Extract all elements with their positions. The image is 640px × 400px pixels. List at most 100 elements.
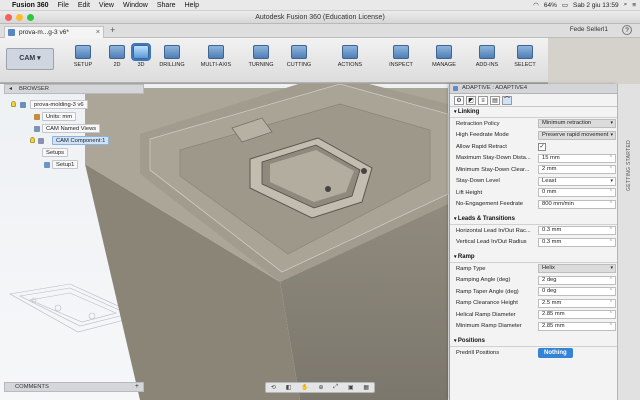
section-linking-label: Linking bbox=[457, 109, 480, 115]
minimum-ramp-diameter-input[interactable]: 2.85 mm bbox=[538, 321, 616, 331]
toolbar-group-multi-axis[interactable]: MULTI-AXIS bbox=[196, 42, 236, 80]
search-icon[interactable]: ⌕ bbox=[624, 1, 628, 9]
toolbar-group-label: INSPECT bbox=[389, 62, 413, 68]
toolbar-group-label: DRILLING bbox=[159, 62, 185, 68]
browser-units-item[interactable]: Units: mm bbox=[42, 112, 77, 121]
toolbar-group-add-ins[interactable]: ADD-INS bbox=[470, 42, 504, 80]
predrill-positions-button[interactable]: Nothing bbox=[538, 347, 573, 358]
inspect-icon bbox=[393, 45, 409, 59]
menu-window[interactable]: Window bbox=[123, 2, 148, 9]
row-allow-rapid-retract: Allow Rapid Retract ✓ bbox=[450, 141, 617, 153]
row-no-engagement-feedrate: No-Engagement Feedrate 800 mm/min bbox=[450, 199, 617, 211]
toolbar-group-drilling[interactable]: DRILLING bbox=[156, 42, 188, 80]
menu-view[interactable]: View bbox=[99, 2, 114, 9]
section-linking[interactable]: Linking bbox=[450, 107, 617, 118]
browser-setups-item[interactable]: Setups bbox=[42, 148, 69, 157]
browser-named-views-item[interactable]: CAM Named Views bbox=[42, 124, 101, 133]
tab-passes-icon[interactable]: ▤ bbox=[490, 96, 500, 105]
toolbar-group-cutting[interactable]: CUTTING bbox=[284, 42, 314, 80]
document-tab-label: prova-m...g-3 v6* bbox=[19, 29, 69, 36]
lift-height-input[interactable]: 0 mm bbox=[538, 188, 616, 198]
pan-icon[interactable]: ✋ bbox=[301, 384, 308, 391]
zoom-icon[interactable]: ⊕ bbox=[318, 384, 323, 391]
minimize-window-icon[interactable] bbox=[16, 14, 23, 21]
tab-tool-icon[interactable]: ⚙ bbox=[454, 96, 464, 105]
no-engagement-feedrate-input[interactable]: 800 mm/min bbox=[538, 199, 616, 209]
setup-icon bbox=[75, 45, 91, 59]
zoom-window-icon[interactable] bbox=[27, 14, 34, 21]
menu-list-icon[interactable]: ≡ bbox=[632, 2, 636, 9]
viewcube-area[interactable] bbox=[548, 38, 640, 84]
high-feedrate-mode-select[interactable]: Preserve rapid movement bbox=[538, 130, 616, 140]
vertical-lead-radius-input[interactable]: 0.3 mm bbox=[538, 237, 616, 247]
menu-help[interactable]: Help bbox=[185, 2, 199, 9]
right-sidebar bbox=[617, 84, 640, 400]
user-name[interactable]: Fede Sellerl1 bbox=[570, 26, 608, 33]
orbit-icon[interactable]: ⟲ bbox=[271, 384, 276, 391]
browser-component-item[interactable]: CAM Component:1 bbox=[52, 136, 110, 145]
look-at-icon[interactable]: ◧ bbox=[286, 384, 292, 391]
row-vertical-lead: Vertical Lead In/Out Radius 0.3 mm bbox=[450, 237, 617, 249]
ramping-angle-input[interactable]: 2 deg bbox=[538, 275, 616, 285]
grid-icon[interactable]: ▦ bbox=[363, 384, 369, 391]
new-tab-icon[interactable]: + bbox=[110, 25, 115, 35]
ramp-clearance-height-input[interactable]: 2.5 mm bbox=[538, 298, 616, 308]
visibility-bulb-icon[interactable] bbox=[30, 137, 35, 143]
retraction-policy-select[interactable]: Minimum retraction bbox=[538, 119, 616, 129]
section-leads-transitions[interactable]: Leads & Transitions bbox=[450, 214, 617, 225]
stay-down-level-select[interactable]: Least bbox=[538, 176, 616, 186]
section-positions[interactable]: Positions bbox=[450, 336, 617, 347]
tab-heights-icon[interactable]: ≡ bbox=[478, 96, 488, 105]
battery-icon[interactable]: ▭ bbox=[562, 1, 568, 9]
horizontal-lead-radius-input[interactable]: 0.3 mm bbox=[538, 226, 616, 236]
toolbar-group-inspect[interactable]: INSPECT bbox=[386, 42, 416, 80]
browser-setup-item[interactable]: Setup1 bbox=[52, 160, 79, 169]
close-tab-icon[interactable]: × bbox=[96, 27, 100, 38]
document-tab[interactable]: prova-m...g-3 v6* × bbox=[4, 26, 104, 38]
document-tabbar: prova-m...g-3 v6* × + Fede Sellerl1 ? bbox=[0, 24, 640, 38]
allow-rapid-retract-checkbox[interactable]: ✓ bbox=[538, 142, 546, 151]
panel-title[interactable]: ADAPTIVE : ADAPTIVE4 bbox=[450, 84, 617, 94]
menu-share[interactable]: Share bbox=[157, 2, 176, 9]
display-settings-icon[interactable]: ▣ bbox=[348, 384, 354, 391]
toolbar-group-actions[interactable]: ACTIONS bbox=[320, 42, 380, 80]
toolbar-group-3d[interactable]: 3D bbox=[130, 42, 152, 80]
section-positions-label: Positions bbox=[457, 338, 485, 344]
adaptive-operation-panel: ADAPTIVE : ADAPTIVE4 ⚙ ◩ ≡ ▤ ⌒ Linking R… bbox=[449, 84, 617, 400]
max-stay-down-input[interactable]: 15 mm bbox=[538, 153, 616, 163]
comments-bar[interactable]: COMMENTS bbox=[4, 382, 144, 392]
toolbar-group-manage[interactable]: MANAGE bbox=[424, 42, 464, 80]
toolbar-group-select[interactable]: SELECT bbox=[510, 42, 540, 80]
row-label: Retraction Policy bbox=[456, 120, 500, 127]
clock[interactable]: Sab 2 giu 13:59 bbox=[573, 2, 619, 9]
getting-started-tab[interactable]: GETTING STARTED bbox=[626, 140, 632, 191]
drill-icon bbox=[164, 45, 180, 59]
ramp-taper-angle-input[interactable]: 0 deg bbox=[538, 287, 616, 297]
document-icon bbox=[8, 29, 15, 36]
comments-label: COMMENTS bbox=[15, 384, 49, 390]
tab-linking-icon[interactable]: ⌒ bbox=[502, 96, 512, 105]
close-window-icon[interactable] bbox=[5, 14, 12, 21]
browser-component-label: CAM Component:1 bbox=[56, 138, 106, 144]
document-icon bbox=[20, 102, 26, 108]
min-stay-down-input[interactable]: 2 mm bbox=[538, 165, 616, 175]
toolbar-group-2d[interactable]: 2D bbox=[106, 42, 128, 80]
fit-icon[interactable]: ⤢ bbox=[333, 384, 338, 391]
row-label: Minimum Stay-Down Clear... bbox=[456, 166, 530, 173]
help-icon[interactable]: ? bbox=[622, 25, 632, 35]
ramp-type-select[interactable]: Helix bbox=[538, 264, 616, 274]
browser-header[interactable]: BROWSER bbox=[4, 84, 144, 94]
tab-geometry-icon[interactable]: ◩ bbox=[466, 96, 476, 105]
section-ramp[interactable]: Ramp bbox=[450, 252, 617, 263]
wifi-icon[interactable]: ◠ bbox=[533, 1, 539, 9]
menu-file[interactable]: File bbox=[58, 2, 69, 9]
row-predrill-positions: Predrill Positions Nothing bbox=[450, 347, 617, 359]
helical-ramp-diameter-input[interactable]: 2.85 mm bbox=[538, 310, 616, 320]
menu-app-name[interactable]: Fusion 360 bbox=[12, 2, 49, 9]
toolbar-group-turning[interactable]: TURNING bbox=[243, 42, 279, 80]
toolbar-group-setup[interactable]: SETUP bbox=[62, 42, 104, 80]
visibility-bulb-icon[interactable] bbox=[11, 101, 16, 107]
workspace-switcher[interactable]: CAM ▾ bbox=[6, 48, 54, 70]
browser-root-item[interactable]: prova-molding-3 v6 bbox=[30, 100, 88, 109]
menu-edit[interactable]: Edit bbox=[78, 2, 90, 9]
